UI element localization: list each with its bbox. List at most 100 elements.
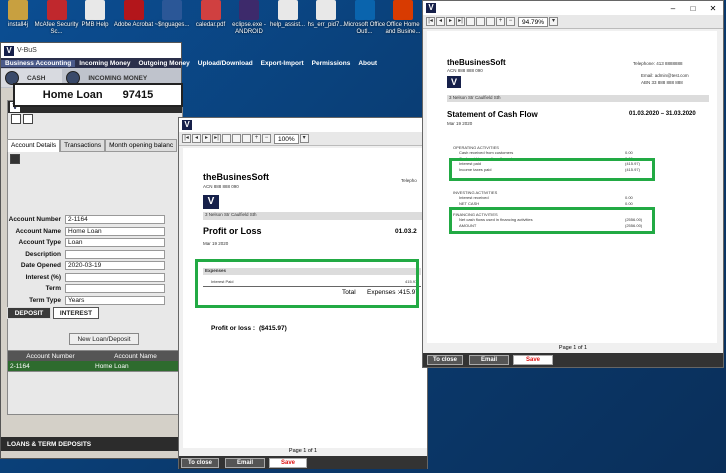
desktop-shortcut[interactable]: Office Home and Busine... [381, 0, 425, 36]
menu-permissions[interactable]: Permissions [308, 60, 355, 67]
loan-header: Home Loan 97415 [13, 83, 183, 107]
menu-upload-download[interactable]: Upload/Download [194, 60, 257, 67]
pl-email-button[interactable]: Email [225, 458, 265, 468]
pl-date: Mar 19 2020 [203, 241, 229, 246]
shortcut-icon [85, 0, 105, 20]
loan-number: 97415 [122, 89, 154, 101]
cf-close-icon[interactable]: ✕ [703, 4, 723, 13]
desktop-shortcut[interactable]: Adobe Acrobat [112, 0, 156, 29]
menu-about[interactable]: About [354, 60, 381, 67]
pl-profit-value: ($415.97) [259, 325, 287, 332]
table-row[interactable]: 2-1164 Home Loan [8, 361, 178, 371]
pl-zoom-dropdown-icon[interactable]: ▾ [299, 134, 309, 143]
menu-incoming-money[interactable]: Incoming Money [75, 60, 134, 67]
new-loan-deposit-button[interactable]: New Loan/Deposit [69, 333, 139, 345]
copy-icon[interactable] [11, 114, 21, 124]
menu-outgoing-money[interactable]: Outgoing Money [135, 60, 194, 67]
account-field-input[interactable]: 2020-03-19 [65, 261, 165, 270]
pl-prev-page-icon[interactable]: ◂ [192, 134, 201, 143]
account-field-label: Account Name [15, 227, 61, 235]
account-field-input[interactable]: 2-1164 [65, 215, 165, 224]
desktop-shortcut[interactable]: caledar.pdf [189, 0, 233, 29]
desktop-shortcut[interactable]: hs_err_pid7... [304, 0, 348, 29]
cf-email-button[interactable]: Email [469, 355, 509, 365]
shortcut-label: eclipse.exe - ANDROID [232, 22, 266, 35]
shortcut-icon [316, 0, 336, 20]
pl-zoom-in-icon[interactable]: + [252, 134, 261, 143]
cf-export-icon[interactable] [476, 17, 485, 26]
shortcut-label: PMB Help [81, 22, 109, 28]
cf-close-button[interactable]: To close [427, 355, 463, 365]
desktop-shortcut[interactable]: McAfee Security Sc... [35, 0, 79, 36]
shortcut-label: McAfee Security Sc... [34, 22, 79, 35]
tab-month-opening-balance[interactable]: Month opening balanc [105, 139, 178, 152]
cf-line-label: NET CASH [459, 200, 480, 206]
desktop-shortcut[interactable]: PMB Help [73, 0, 117, 29]
cf-print-icon[interactable] [466, 17, 475, 26]
pl-last-page-icon[interactable]: ▸| [212, 134, 221, 143]
deposit-button[interactable]: DEPOSIT [7, 307, 51, 319]
shortcut-icon [123, 0, 144, 20]
cf-minimize-icon[interactable]: – [663, 4, 683, 13]
desktop-shortcut[interactable]: help_assist... [266, 0, 310, 29]
cf-zoom-out-icon[interactable]: − [506, 17, 515, 26]
tab-account-details[interactable]: Account Details [7, 139, 61, 152]
pl-next-page-icon[interactable]: ▸ [202, 134, 211, 143]
menu-business-accounting[interactable]: Business Accounting [1, 59, 76, 67]
pl-first-page-icon[interactable]: |◂ [182, 134, 191, 143]
cf-last-page-icon[interactable]: ▸| [456, 17, 465, 26]
shortcut-label: ~$nguages... [154, 22, 190, 28]
account-field-input[interactable]: Years [65, 295, 165, 305]
account-field-label: Account Type [18, 239, 62, 246]
cf-period: 01.03.2020 – 31.03.2020 [629, 111, 696, 117]
menu-export-import[interactable]: Export-Import [257, 60, 308, 67]
tab-transactions[interactable]: Transactions [60, 139, 106, 152]
cf-save-button[interactable]: Save [513, 355, 553, 365]
account-field-input[interactable] [65, 284, 165, 293]
cf-line-label: Cash received from customers [459, 150, 514, 155]
cf-zoom-in-icon[interactable]: + [496, 17, 505, 26]
account-field-input[interactable] [65, 272, 165, 282]
pl-zoom-select[interactable]: 100% [274, 133, 299, 144]
pl-close-button[interactable]: To close [181, 458, 219, 468]
save-disk-icon[interactable] [9, 153, 21, 167]
account-field-input[interactable]: Loan [65, 238, 165, 247]
cf-prev-page-icon[interactable]: ◂ [436, 17, 445, 26]
pl-page-indicator: Page 1 of 1 [288, 448, 318, 454]
cf-maximize-icon[interactable]: □ [683, 4, 703, 13]
cf-next-page-icon[interactable]: ▸ [446, 17, 455, 26]
pl-export-icon[interactable] [232, 134, 241, 143]
loans-term-deposits-footer[interactable]: LOANS & TERM DEPOSITS [1, 437, 183, 451]
cf-logo-icon: V [426, 3, 436, 13]
pl-logo-icon: V [182, 120, 192, 130]
grid-header-account-number: Account Number [26, 352, 75, 360]
interest-button[interactable]: INTEREST [53, 307, 99, 319]
account-field-row: Account Number 2-1164 [5, 215, 165, 224]
desktop-shortcut[interactable]: Microsoft Office Outl... [343, 0, 387, 36]
delete-icon[interactable] [23, 114, 33, 124]
account-field-input[interactable]: Home Loan [65, 226, 165, 236]
cf-zoom-select[interactable]: 94.79% [518, 16, 549, 27]
cf-first-page-icon[interactable]: |◂ [426, 17, 435, 26]
cf-page-indicator: Page 1 of 1 [558, 345, 588, 351]
desktop-shortcut[interactable]: ~$nguages... [150, 0, 194, 29]
account-field-row: Account Type Loan [5, 238, 165, 247]
account-field-row: Term [5, 284, 165, 293]
shortcut-label: Office Home and Busine... [385, 22, 421, 35]
account-field-label: Interest (%) [25, 273, 61, 281]
pl-acn: ACN 888 888 090 [203, 184, 239, 189]
cf-line-value: 0.00 [625, 195, 633, 200]
shortcut-label: Microsoft Office Outl... [343, 22, 386, 35]
cf-zoom-dropdown-icon[interactable]: ▾ [549, 17, 559, 26]
pl-period: 01.03.2 [395, 228, 417, 235]
pl-expenses-highlight [195, 259, 419, 308]
account-field-input[interactable] [65, 249, 165, 259]
shortcut-icon [239, 0, 259, 20]
pl-print-icon[interactable] [222, 134, 231, 143]
nav-incoming-label: INCOMING MONEY [88, 74, 148, 82]
cf-refresh-icon[interactable] [486, 17, 495, 26]
pl-save-button[interactable]: Save [269, 458, 307, 468]
pl-refresh-icon[interactable] [242, 134, 251, 143]
desktop-shortcut[interactable]: eclipse.exe - ANDROID [227, 0, 271, 36]
pl-zoom-out-icon[interactable]: − [262, 134, 271, 143]
